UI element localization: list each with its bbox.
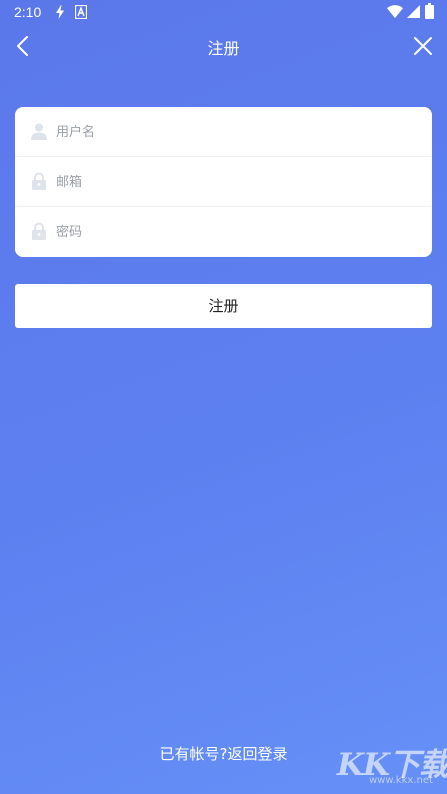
accessibility-icon xyxy=(75,5,87,19)
password-row[interactable] xyxy=(15,207,432,257)
email-row[interactable] xyxy=(15,157,432,207)
username-row[interactable] xyxy=(15,107,432,157)
title-bar: 注册 xyxy=(0,26,447,66)
wifi-icon xyxy=(387,5,403,18)
user-icon xyxy=(31,123,47,140)
lock-icon xyxy=(32,172,46,190)
watermark-url: www.kkx.net xyxy=(369,775,433,786)
page-title: 注册 xyxy=(207,39,240,58)
status-time: 2:10 xyxy=(14,4,42,20)
register-button[interactable]: 注册 xyxy=(15,284,432,328)
lock-icon xyxy=(32,222,46,240)
status-bar: 2:10 xyxy=(0,0,447,26)
username-input[interactable] xyxy=(56,107,416,157)
flash-icon xyxy=(56,5,64,19)
close-button[interactable] xyxy=(409,32,437,60)
battery-icon xyxy=(425,3,434,19)
password-input[interactable] xyxy=(56,207,416,257)
watermark: KK下载 www.kkx.net xyxy=(331,735,447,793)
email-input[interactable] xyxy=(56,157,416,207)
register-form xyxy=(15,107,432,257)
signal-icon xyxy=(407,5,420,18)
close-icon xyxy=(414,37,432,55)
